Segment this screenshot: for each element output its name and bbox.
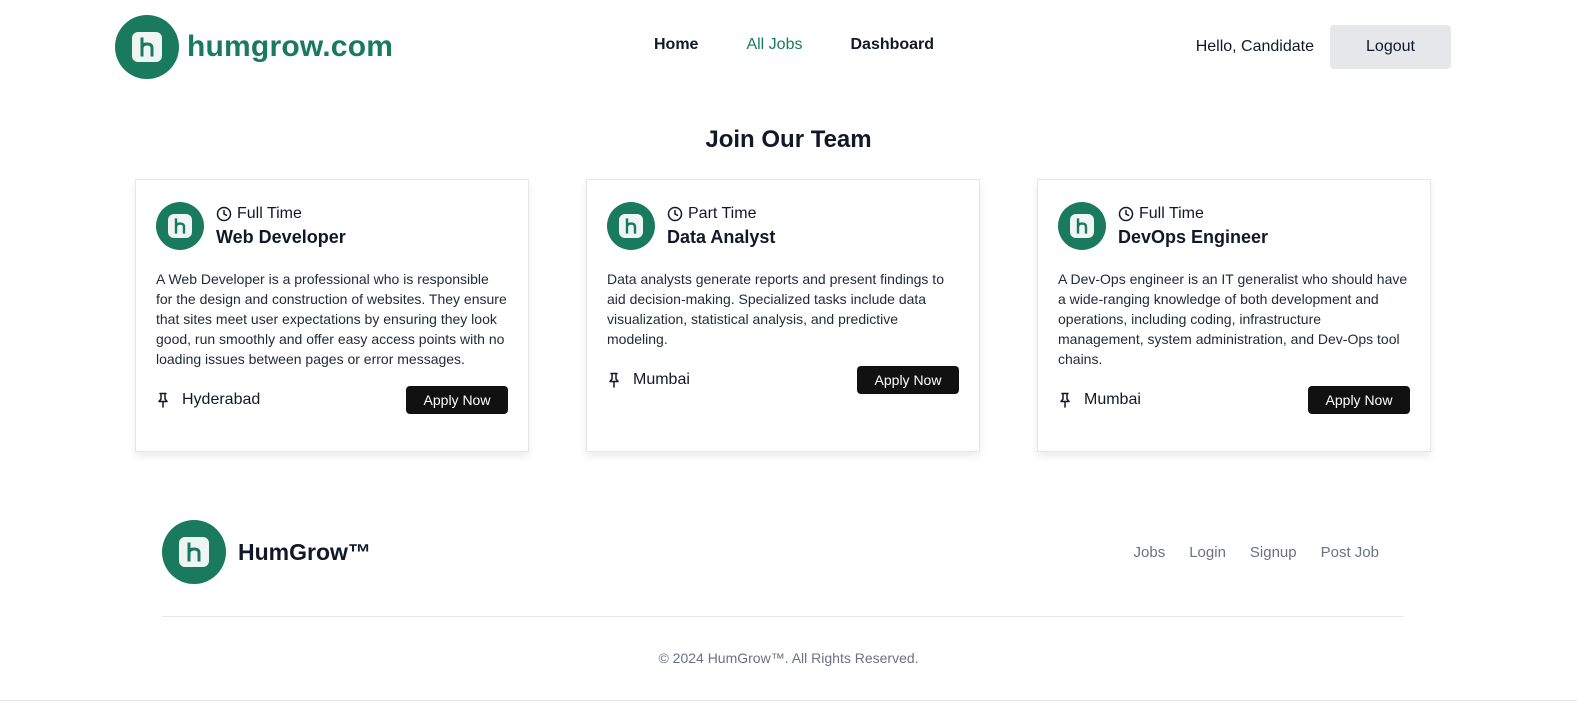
nav-dashboard[interactable]: Dashboard — [850, 36, 934, 54]
job-card: Full Time Web Developer A Web Developer … — [135, 179, 529, 452]
footer-brand[interactable]: HumGrow™ — [162, 520, 371, 584]
nav-home[interactable]: Home — [654, 36, 698, 54]
footer-link-jobs[interactable]: Jobs — [1134, 544, 1166, 561]
footer-brand-name: HumGrow™ — [238, 538, 371, 565]
job-location: Hyderabad — [156, 391, 260, 409]
footer-link-post-job[interactable]: Post Job — [1321, 544, 1379, 561]
company-logo-icon — [1058, 202, 1106, 250]
bottom-divider — [0, 700, 1577, 701]
humgrow-logo-icon — [115, 15, 179, 79]
job-card: Full Time DevOps Engineer A Dev-Ops engi… — [1037, 179, 1431, 452]
job-type-label: Part Time — [688, 204, 757, 222]
job-description: Data analysts generate reports and prese… — [607, 271, 944, 347]
job-description: A Dev-Ops engineer is an IT generalist w… — [1058, 271, 1408, 367]
job-card: Part Time Data Analyst Data analysts gen… — [586, 179, 980, 452]
clock-icon — [216, 206, 232, 222]
brand-name: humgrow.com — [187, 30, 394, 63]
copyright-text: © 2024 HumGrow™. All Rights Reserved. — [658, 650, 919, 666]
user-greeting: Hello, Candidate — [1195, 38, 1314, 55]
logout-button[interactable]: Logout — [1330, 25, 1451, 69]
brand-link[interactable]: humgrow.com — [115, 15, 393, 79]
apply-now-button[interactable]: Apply Now — [1308, 386, 1410, 414]
company-logo-icon — [156, 202, 204, 250]
job-type: Full Time — [216, 205, 346, 223]
footer-nav: Jobs Login Signup Post Job — [1110, 544, 1379, 561]
pushpin-icon — [156, 392, 170, 408]
page-title: Join Our Team — [705, 126, 872, 153]
pushpin-icon — [607, 372, 621, 388]
job-location-label: Hyderabad — [182, 391, 261, 408]
nav-all-jobs[interactable]: All Jobs — [746, 36, 802, 54]
main-nav: Home All Jobs Dashboard — [654, 36, 982, 54]
job-description: A Web Developer is a professional who is… — [156, 271, 507, 367]
company-logo-icon — [607, 202, 655, 250]
job-type: Full Time — [1118, 205, 1268, 223]
job-title: Web Developer — [216, 226, 346, 247]
apply-now-button[interactable]: Apply Now — [857, 366, 959, 394]
job-type: Part Time — [667, 205, 775, 223]
clock-icon — [1118, 206, 1134, 222]
clock-icon — [667, 206, 683, 222]
job-title: DevOps Engineer — [1118, 226, 1269, 247]
job-title: Data Analyst — [667, 226, 776, 247]
humgrow-logo-icon — [162, 520, 226, 584]
pushpin-icon — [1058, 392, 1072, 408]
job-location: Mumbai — [607, 371, 690, 389]
footer-link-signup[interactable]: Signup — [1250, 544, 1297, 561]
user-area: Hello, Candidate Logout — [1196, 25, 1451, 69]
footer-divider — [162, 616, 1404, 617]
job-location-label: Mumbai — [1084, 391, 1141, 408]
job-location-label: Mumbai — [633, 371, 690, 388]
apply-now-button[interactable]: Apply Now — [406, 386, 508, 414]
footer-link-login[interactable]: Login — [1189, 544, 1226, 561]
site-header: humgrow.com Home All Jobs Dashboard Hell… — [0, 0, 1577, 92]
job-type-label: Full Time — [237, 204, 302, 222]
job-type-label: Full Time — [1139, 204, 1204, 222]
job-location: Mumbai — [1058, 391, 1141, 409]
